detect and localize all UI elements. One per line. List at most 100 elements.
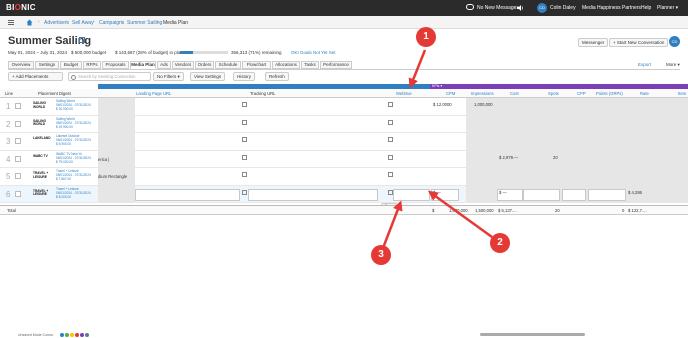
header-line[interactable]: Line <box>5 91 13 96</box>
tab-orders[interactable]: Orders <box>195 61 214 69</box>
campaign-budget: $ 500,000 budget <box>71 50 107 55</box>
row-checkbox[interactable] <box>15 155 21 162</box>
spots-input[interactable] <box>523 188 560 201</box>
start-conversation-button[interactable]: + Start New Conversation <box>609 38 669 47</box>
tab-media-plan[interactable]: Media Plan <box>130 61 156 69</box>
header-webtrue[interactable]: Webtrue <box>396 91 412 96</box>
bionic-logo[interactable]: BIONIC <box>6 3 36 12</box>
impressions-value[interactable]: 1,000,000 <box>474 102 493 107</box>
tab-settings[interactable]: Settings <box>35 61 59 69</box>
placement-info[interactable]: Travel + Leisure 05/01/2024 - 07/31/2024 $… <box>56 187 91 199</box>
cpm-value[interactable]: $ 12.0000 <box>433 102 452 107</box>
tab-tasks[interactable]: Tasks <box>301 61 319 69</box>
table-row[interactable]: 5 TRAVEL + LEISURE Travel + Leisure 05/01/2… <box>0 168 688 186</box>
help-link[interactable]: Help <box>641 5 651 11</box>
edit-landing-url-icon[interactable] <box>242 137 247 142</box>
table-row[interactable]: 4 WABC TV WABC TV New Yo 06/01/2024 - 07/31… <box>0 150 688 168</box>
tab-performance[interactable]: Performance <box>320 61 352 69</box>
edit-tracking-url-icon[interactable] <box>388 154 393 160</box>
external-link-icon[interactable] <box>79 37 85 43</box>
tracking-url-input[interactable] <box>248 188 378 201</box>
header-landing-page-url[interactable]: Landing Page URL <box>136 91 171 96</box>
edit-landing-url-icon[interactable] <box>242 189 247 195</box>
cost-value[interactable]: $ — <box>499 190 507 195</box>
cpm-value[interactable]: $ — <box>433 190 441 195</box>
row-checkbox[interactable] <box>15 190 21 197</box>
view-settings-button[interactable]: View Settings <box>190 72 226 81</box>
edit-tracking-url-icon[interactable] <box>388 119 393 125</box>
tab-overview[interactable]: Overview <box>8 61 34 69</box>
tab-budget[interactable]: Budget <box>60 61 82 69</box>
edit-landing-url-icon[interactable] <box>242 172 247 177</box>
table-row[interactable]: 1 SAILING WORLD Sailing World 05/01/2024 - … <box>0 98 688 116</box>
edit-landing-url-icon[interactable] <box>242 119 247 125</box>
webtrue-input[interactable] <box>393 188 430 201</box>
messenger-button[interactable]: Messenger <box>578 38 609 47</box>
placement-info[interactable]: WABC TV New Yo 06/01/2024 - 07/31/2024 $ 7… <box>56 152 91 164</box>
placement-info[interactable]: Sailing World 05/01/2024 - 07/31/2024 $ 20… <box>56 99 91 111</box>
header-extra[interactable]: Item <box>678 91 686 96</box>
menu-icon[interactable] <box>8 20 14 25</box>
row-checkbox[interactable] <box>15 103 21 109</box>
filters-dropdown[interactable]: No Filters ▾ <box>153 72 184 81</box>
refresh-button[interactable]: Refresh <box>265 72 289 81</box>
header-impressions[interactable]: Impressions <box>471 91 494 96</box>
user-name[interactable]: Colin Daley <box>550 5 576 11</box>
row-checkbox[interactable] <box>15 120 21 127</box>
edit-tracking-url-icon[interactable] <box>388 102 393 107</box>
messages-status[interactable]: No New Messages <box>477 5 519 11</box>
breadcrumb-advertiser[interactable]: Sell Away <box>72 20 94 26</box>
header-cpp[interactable]: CPP <box>577 91 586 96</box>
tab-proposals[interactable]: Proposals <box>102 61 129 69</box>
history-button[interactable]: History <box>233 72 256 81</box>
table-row[interactable]: 6 TRAVEL + LEISURE Travel + Leisure 05/01/2… <box>0 185 688 209</box>
search-input[interactable]: Search by Seeking Connection <box>68 72 151 81</box>
header-cost[interactable]: Cost <box>510 91 519 96</box>
edit-landing-url-icon[interactable] <box>242 154 247 160</box>
avatar[interactable]: CD <box>537 3 547 13</box>
cpp-input[interactable] <box>562 188 586 201</box>
header-points[interactable]: Points (GRPs) <box>596 91 623 96</box>
header-placement-digest[interactable]: Placement Digest <box>38 91 71 96</box>
spots-value[interactable]: 20 <box>553 155 558 160</box>
export-button[interactable]: Export <box>638 62 651 67</box>
placement-info[interactable]: Sailing World 05/01/2024 - 07/31/2024 $ 19… <box>56 117 91 129</box>
planner-menu[interactable]: Planner ▾ <box>657 5 678 11</box>
tab-ads[interactable]: Ads <box>157 61 171 69</box>
points-input[interactable] <box>588 188 626 201</box>
edit-tracking-url-icon[interactable] <box>388 137 393 142</box>
add-placements-button[interactable]: + Add Placements <box>8 72 63 81</box>
tab-rfps[interactable]: RFPs <box>83 61 101 69</box>
organization-name[interactable]: Media Happiness Partners <box>582 5 641 11</box>
placement-info[interactable]: Lakeset Outdoor 06/01/2024 - 07/31/2024 $ … <box>56 134 91 146</box>
row-checkbox[interactable] <box>15 173 21 179</box>
rate-value[interactable]: $ 4,286 <box>628 190 642 195</box>
tab-schedule[interactable]: Schedule <box>215 61 241 69</box>
row-checkbox[interactable] <box>15 138 21 144</box>
header-cpm[interactable]: CPM <box>446 91 455 96</box>
edit-landing-url-icon[interactable] <box>242 102 247 107</box>
vendor-logo: TRAVEL + LEISURE <box>33 188 49 196</box>
speaker-icon[interactable] <box>516 4 524 12</box>
chat-bubble-icon[interactable] <box>466 4 474 10</box>
edit-tracking-url-icon[interactable] <box>388 172 393 177</box>
more-menu[interactable]: More ▾ <box>666 62 680 68</box>
goals-link[interactable]: OKI Goals Not Yet Set <box>291 50 336 55</box>
row-number: 1 <box>6 102 11 111</box>
placement-info[interactable]: Travel + Leisure 05/01/2024 - 07/31/2024 $… <box>56 169 91 181</box>
avatar[interactable]: CD <box>669 36 680 47</box>
breadcrumb-separator: › <box>157 19 159 25</box>
table-row[interactable]: 3 LAKELAND Lakeset Outdoor 06/01/2024 - 07/… <box>0 133 688 151</box>
cost-value[interactable]: $ 2,979.— <box>499 155 518 160</box>
landing-page-url-input[interactable] <box>135 188 240 201</box>
table-row[interactable]: 2 SAILING WORLD Sailing World 05/01/2024 - … <box>0 115 688 133</box>
tab-vendors[interactable]: Vendors <box>172 61 194 69</box>
tab-allocations[interactable]: Allocations <box>272 61 300 69</box>
header-spots[interactable]: Spots <box>548 91 559 96</box>
header-tracking-url[interactable]: Tracking URL <box>250 91 275 96</box>
tab-flowchart[interactable]: Flowchart <box>242 61 271 69</box>
header-rate[interactable]: Rate <box>640 91 649 96</box>
horizontal-scrollbar[interactable] <box>480 333 585 336</box>
kpi-group-label[interactable]: KPIs ▾ <box>432 84 442 88</box>
home-icon[interactable] <box>26 19 33 26</box>
